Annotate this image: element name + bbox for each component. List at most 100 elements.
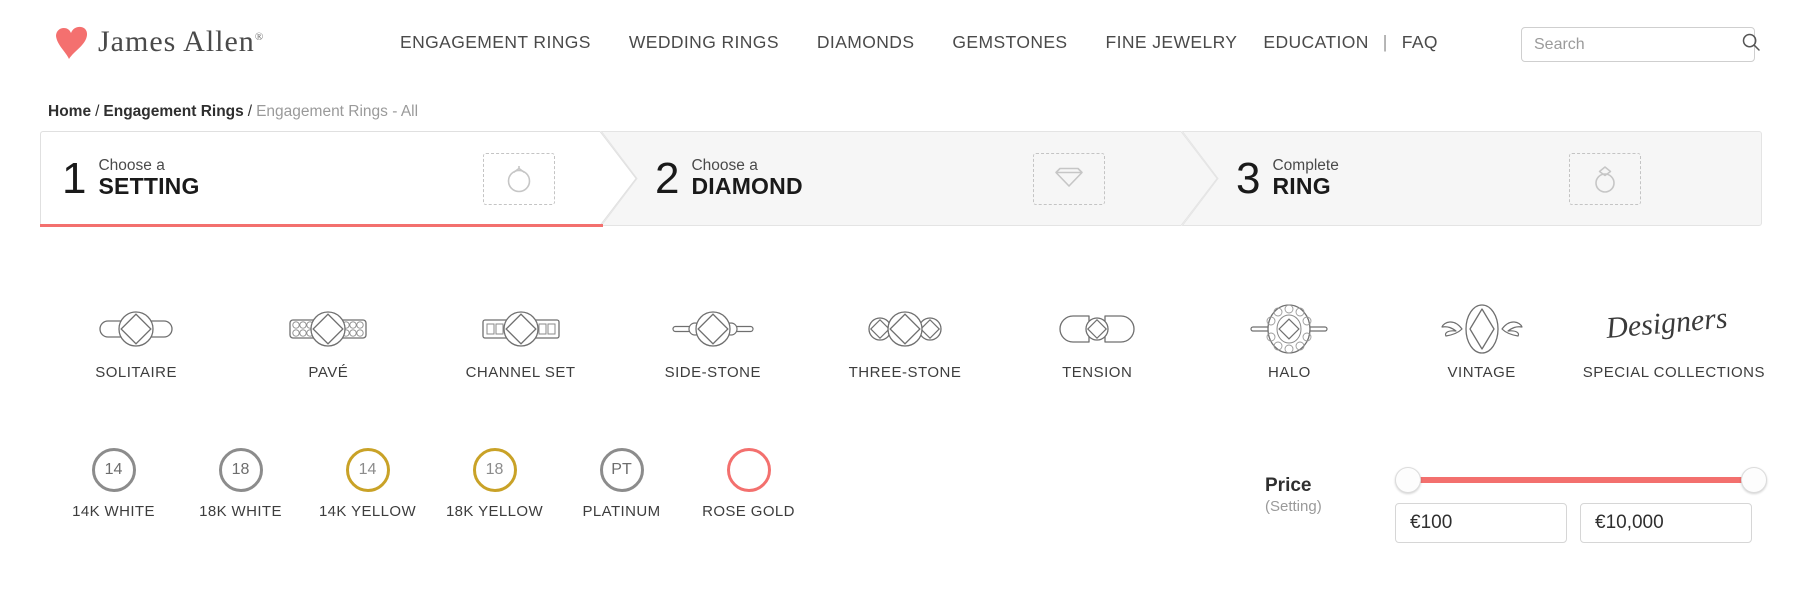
price-filter: Price (Setting) xyxy=(1265,465,1767,543)
step-1-subtitle: Choose a xyxy=(98,156,165,174)
metal-label: 18K WHITE xyxy=(199,503,282,520)
search-input[interactable] xyxy=(1534,35,1741,54)
style-option-special-collections[interactable]: Designers SPECIAL COLLECTIONS xyxy=(1578,300,1770,381)
nav-item-education[interactable]: EDUCATION xyxy=(1263,32,1368,53)
price-filter-labels: Price (Setting) xyxy=(1265,465,1375,515)
channel-set-ring-icon xyxy=(473,300,569,356)
style-label: SIDE-STONE xyxy=(664,364,761,381)
vintage-ring-icon xyxy=(1434,300,1530,356)
pave-ring-icon xyxy=(280,300,376,356)
metal-filter-row: 14 14K WHITE 18 18K WHITE 14 14K YELLOW … xyxy=(50,448,812,520)
search-box[interactable] xyxy=(1521,27,1760,62)
site-header: James Allen® ENGAGEMENT RINGS WEDDING RI… xyxy=(0,0,1800,86)
metal-badge: PT xyxy=(599,448,644,492)
nav-item-engagement-rings[interactable]: ENGAGEMENT RINGS xyxy=(400,32,591,53)
step-3-title: RING xyxy=(1272,173,1331,200)
brand-name-text: James Allen xyxy=(98,25,255,58)
three-stone-ring-icon xyxy=(857,300,953,356)
step-2-label: Choose a DIAMOND xyxy=(691,157,802,200)
nav-item-diamonds[interactable]: DIAMONDS xyxy=(817,32,915,53)
metal-option-18k-white[interactable]: 18 18K WHITE xyxy=(177,448,304,520)
tension-ring-icon xyxy=(1049,300,1145,356)
step-1-label: Choose a SETTING xyxy=(98,157,199,200)
price-subtitle: (Setting) xyxy=(1265,498,1322,515)
style-option-channel-set[interactable]: CHANNEL SET xyxy=(424,300,616,381)
diamond-icon xyxy=(1053,164,1085,195)
search-icon[interactable] xyxy=(1741,32,1761,57)
style-option-three-stone[interactable]: THREE-STONE xyxy=(809,300,1001,381)
metal-option-14k-yellow[interactable]: 14 14K YELLOW xyxy=(304,448,431,520)
metal-label: 18K YELLOW xyxy=(445,503,544,520)
step-2-thumbnail[interactable] xyxy=(1033,153,1105,205)
metal-label: PLATINUM xyxy=(582,503,661,520)
breadcrumb-separator: / xyxy=(95,103,100,120)
solitaire-ring-icon xyxy=(88,300,184,356)
price-min-field[interactable] xyxy=(1395,503,1567,543)
step-1-thumbnail[interactable] xyxy=(483,153,555,205)
brand-name: James Allen® xyxy=(98,25,264,59)
metal-badge: 18 xyxy=(472,448,517,492)
style-option-solitaire[interactable]: SOLITAIRE xyxy=(40,300,232,381)
price-slider-max-handle[interactable] xyxy=(1741,467,1767,493)
step-2-title: DIAMOND xyxy=(691,173,803,200)
step-3-complete-ring[interactable]: 3 Complete RING xyxy=(1182,131,1762,226)
price-max-input[interactable] xyxy=(1595,512,1737,534)
svg-text:Designers: Designers xyxy=(1604,302,1729,345)
metal-option-platinum[interactable]: PT PLATINUM xyxy=(558,448,685,520)
price-min-input[interactable] xyxy=(1410,512,1552,534)
style-label: SOLITAIRE xyxy=(95,364,177,381)
price-max-field[interactable] xyxy=(1580,503,1752,543)
metal-label: ROSE GOLD xyxy=(702,503,795,520)
nav-item-faq[interactable]: FAQ xyxy=(1402,32,1438,53)
nav-item-fine-jewelry[interactable]: FINE JEWELRY xyxy=(1106,32,1238,53)
style-option-vintage[interactable]: VINTAGE xyxy=(1386,300,1578,381)
step-wizard: 1 Choose a SETTING 2 Choose a DIAMOND 3 … xyxy=(40,131,1762,227)
ring-style-filter-row: SOLITAIRE PAVÉ CHANNEL SET SIDE-STONE TH… xyxy=(40,300,1770,410)
metal-badge: 14 xyxy=(91,448,136,492)
step-3-thumbnail[interactable] xyxy=(1569,153,1641,205)
main-navigation: ENGAGEMENT RINGS WEDDING RINGS DIAMONDS … xyxy=(400,32,1438,53)
step-3-label: Complete RING xyxy=(1272,157,1338,200)
metal-badge: 18 xyxy=(218,448,263,492)
step-1-choose-setting[interactable]: 1 Choose a SETTING xyxy=(40,131,640,227)
style-option-pave[interactable]: PAVÉ xyxy=(232,300,424,381)
price-controls xyxy=(1395,465,1767,543)
style-option-halo[interactable]: HALO xyxy=(1193,300,1385,381)
style-label: SPECIAL COLLECTIONS xyxy=(1582,364,1766,381)
metal-label: 14K WHITE xyxy=(72,503,155,520)
breadcrumb-separator: / xyxy=(247,103,253,120)
metal-option-rose-gold[interactable]: ROSE GOLD xyxy=(685,448,812,520)
metal-option-18k-yellow[interactable]: 18 18K YELLOW xyxy=(431,448,558,520)
designers-script-icon: Designers xyxy=(1599,300,1749,356)
style-label: PAVÉ xyxy=(308,364,349,381)
price-title: Price xyxy=(1265,475,1312,496)
registered-mark: ® xyxy=(254,31,265,43)
breadcrumb-engagement-rings[interactable]: Engagement Rings xyxy=(103,103,243,120)
nav-item-gemstones[interactable]: GEMSTONES xyxy=(952,32,1067,53)
style-label: TENSION xyxy=(1062,364,1133,381)
step-2-number: 2 xyxy=(655,153,680,203)
price-range-slider[interactable] xyxy=(1395,465,1767,495)
brand-logo[interactable]: James Allen® xyxy=(48,18,264,62)
step-1-active-underline xyxy=(40,224,603,227)
style-option-side-stone[interactable]: SIDE-STONE xyxy=(617,300,809,381)
breadcrumb-home[interactable]: Home xyxy=(48,103,91,120)
complete-ring-icon xyxy=(1591,159,1619,200)
style-label: HALO xyxy=(1267,364,1311,381)
style-label: VINTAGE xyxy=(1447,364,1516,381)
ring-band-icon xyxy=(504,160,534,199)
style-label: THREE-STONE xyxy=(848,364,962,381)
metal-badge: 14 xyxy=(345,448,390,492)
nav-item-wedding-rings[interactable]: WEDDING RINGS xyxy=(629,32,779,53)
step-1-title: SETTING xyxy=(98,173,200,200)
metal-option-14k-white[interactable]: 14 14K WHITE xyxy=(50,448,177,520)
style-label: CHANNEL SET xyxy=(465,364,576,381)
style-option-tension[interactable]: TENSION xyxy=(1001,300,1193,381)
price-slider-min-handle[interactable] xyxy=(1395,467,1421,493)
step-2-subtitle: Choose a xyxy=(691,156,758,174)
step-2-choose-diamond[interactable]: 2 Choose a DIAMOND xyxy=(601,131,1221,226)
step-3-number: 3 xyxy=(1236,153,1261,203)
price-inputs xyxy=(1395,503,1767,543)
heart-icon xyxy=(48,18,92,62)
halo-ring-icon xyxy=(1241,300,1337,356)
